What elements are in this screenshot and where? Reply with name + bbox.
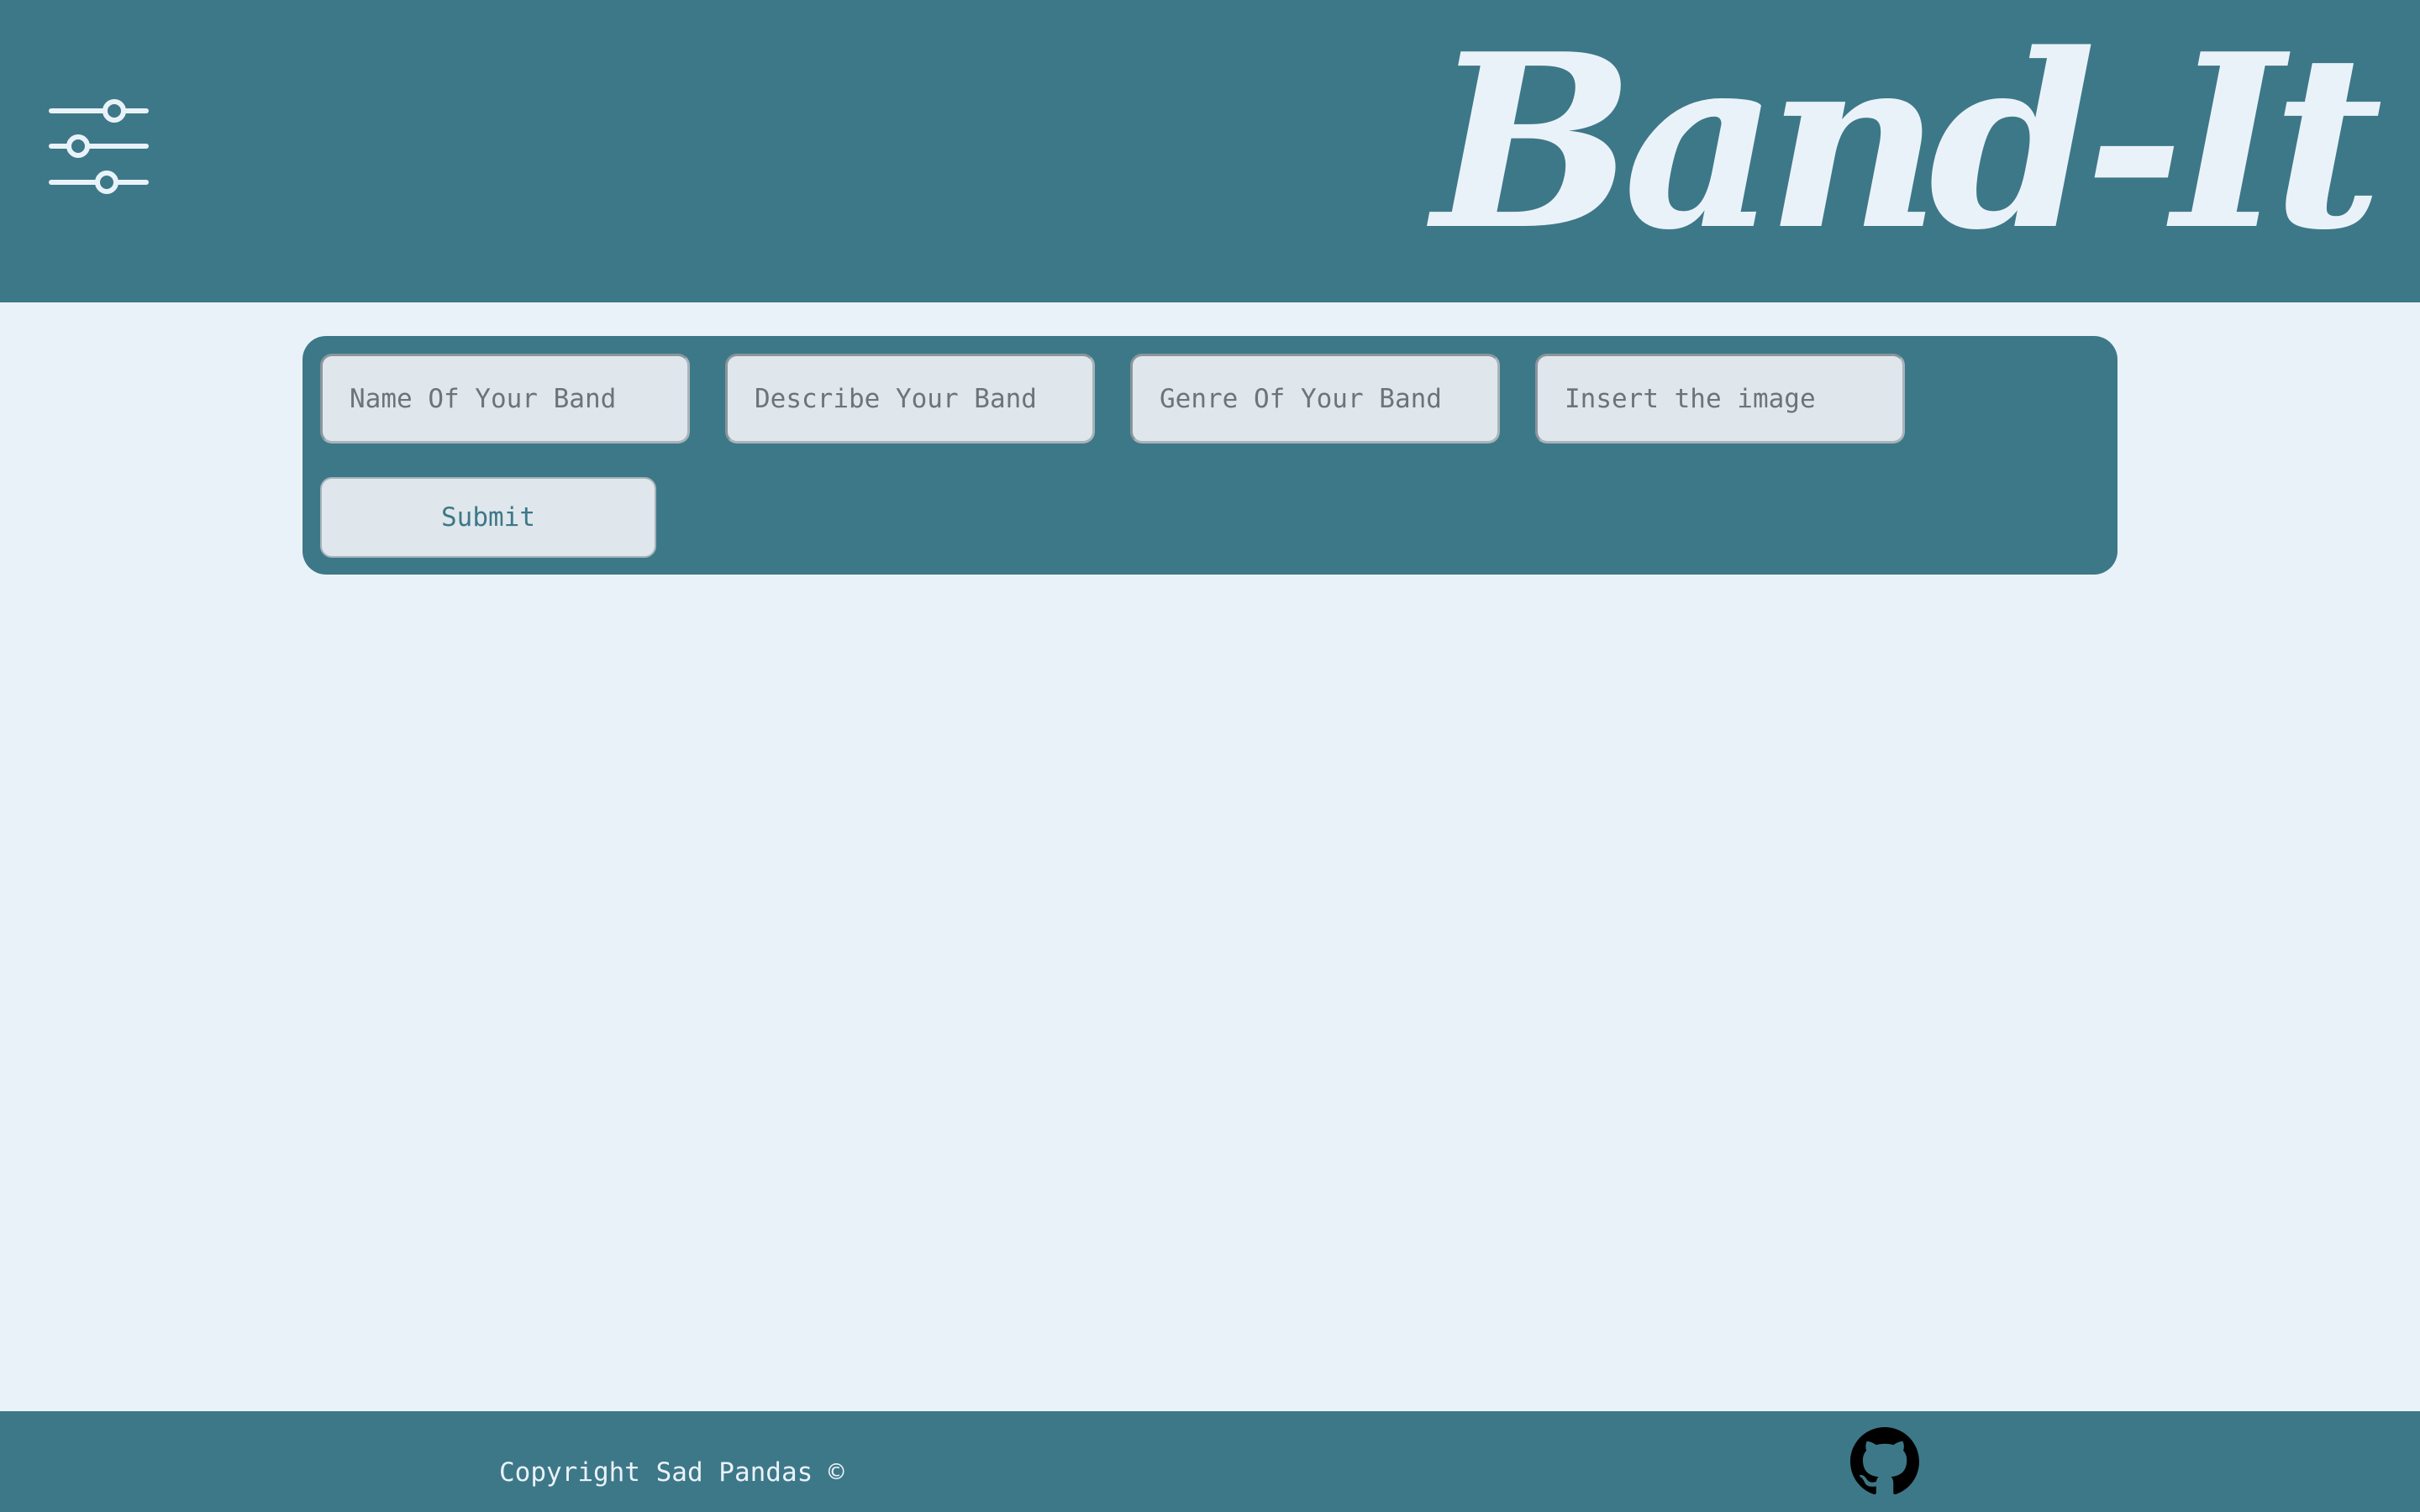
band-form: Submit [302,336,2118,575]
copyright-text: Copyright Sad Pandas © [499,1457,844,1488]
submit-button[interactable]: Submit [320,477,656,558]
brand-logo: Band-It [1432,2,2383,283]
github-link[interactable] [1850,1427,1919,1496]
band-genre-input[interactable] [1130,354,1500,444]
sliders-icon [49,99,149,194]
page-footer: Copyright Sad Pandas © [0,1411,2420,1512]
band-name-input[interactable] [320,354,690,444]
band-image-input[interactable] [1535,354,1905,444]
filter-menu-button[interactable] [47,92,156,202]
page-header: Band-It [0,0,2420,302]
band-description-input[interactable] [725,354,1095,444]
github-icon [1850,1427,1919,1494]
